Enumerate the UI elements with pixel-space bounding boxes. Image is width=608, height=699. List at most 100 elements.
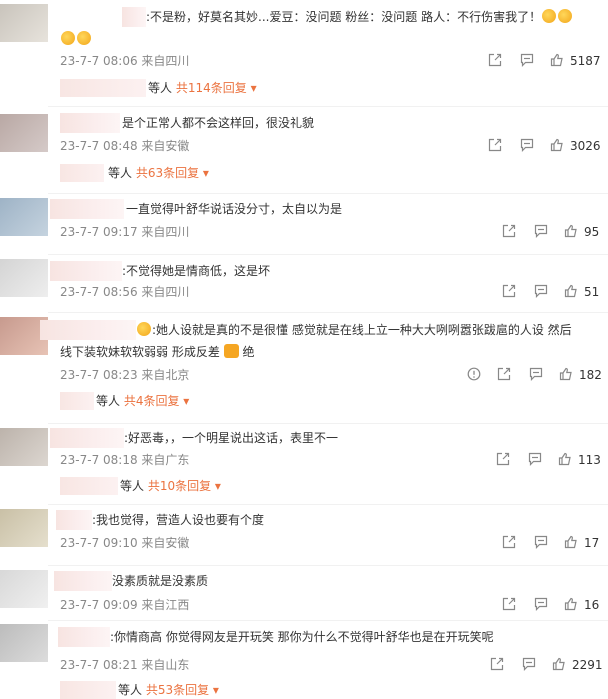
view-replies-link[interactable]: 共114条回复 ▾ <box>176 81 257 95</box>
reply-summary[interactable]: 等人 共53条回复 ▾ <box>60 681 260 699</box>
comment-icon[interactable] <box>520 53 534 67</box>
avatar[interactable] <box>0 509 48 547</box>
comment-item: 没素质就是没素质 23-7-7 09:09 来自江西 16 <box>0 566 608 620</box>
like-count: 17 <box>584 536 600 550</box>
username[interactable] <box>40 320 136 340</box>
username[interactable] <box>54 571 112 591</box>
comment-item: 是个正常人都不会这样回，很没礼貌 23-7-7 08:48 来自安徽 3026 … <box>0 107 608 193</box>
share-icon[interactable] <box>496 452 510 466</box>
comment-text: :你情商高 你觉得网友是开玩笑 那你为什么不觉得叶舒华也是在开玩笑呢 <box>110 630 494 644</box>
username[interactable] <box>50 261 122 281</box>
comment-text: :不觉得她是情商低，这是坏 <box>122 264 271 278</box>
username[interactable] <box>56 510 92 530</box>
replier-names[interactable] <box>60 681 116 699</box>
like-icon[interactable] <box>552 657 566 671</box>
like-count: 2291 <box>572 658 603 672</box>
comment-icon[interactable] <box>534 535 548 549</box>
comment-text: :不是粉，好莫名其妙...爱豆：没问题 粉丝：没问题 路人：不行伤害我了！ <box>146 7 573 27</box>
action-bar: 5187 <box>488 53 603 69</box>
share-icon[interactable] <box>502 224 516 238</box>
comment-icon[interactable] <box>529 367 543 381</box>
comment-meta: 23-7-7 09:17 来自四川 <box>60 225 190 239</box>
avatar[interactable] <box>0 570 48 608</box>
like-icon[interactable] <box>550 138 564 152</box>
comment-text: :我也觉得，营造人设也要有个度 <box>92 513 265 527</box>
like-icon[interactable] <box>558 452 572 466</box>
comment-icon[interactable] <box>534 224 548 238</box>
username[interactable] <box>50 199 124 219</box>
comment-text-cont <box>60 29 92 49</box>
comment-text: 是个正常人都不会这样回，很没礼貌 <box>122 116 315 130</box>
like-icon[interactable] <box>559 367 573 381</box>
comment-meta: 23-7-7 08:21 来自山东 <box>60 658 190 672</box>
laugh-emoji-icon <box>77 31 91 45</box>
view-replies-link[interactable]: 共4条回复 ▾ <box>124 394 189 408</box>
report-icon[interactable] <box>467 367 481 381</box>
comment-icon[interactable] <box>520 138 534 152</box>
share-icon[interactable] <box>488 53 502 67</box>
username[interactable] <box>122 7 146 27</box>
like-icon[interactable] <box>564 597 578 611</box>
replier-names[interactable] <box>60 79 146 97</box>
comment-item: :你情商高 你觉得网友是开玩笑 那你为什么不觉得叶舒华也是在开玩笑呢 23-7-… <box>0 621 608 699</box>
action-bar: 16 <box>502 597 605 613</box>
like-icon[interactable] <box>564 535 578 549</box>
share-icon[interactable] <box>502 535 516 549</box>
like-icon[interactable] <box>550 53 564 67</box>
laugh-emoji-icon <box>542 9 557 23</box>
like-count: 182 <box>579 368 602 382</box>
like-count: 113 <box>578 453 601 467</box>
comment-item: :好恶毒，，一个明星说出这话，表里不一 23-7-7 08:18 来自广东 11… <box>0 424 608 504</box>
share-icon[interactable] <box>490 657 504 671</box>
comment-text: :好恶毒，，一个明星说出这话，表里不一 <box>124 431 339 445</box>
reply-summary[interactable]: 等人 共10条回复 ▾ <box>60 477 260 495</box>
comment-meta: 23-7-7 08:18 来自广东 <box>60 453 190 467</box>
comment-text: 一直觉得叶舒华说话没分寸，太自以为是 <box>126 202 343 216</box>
username[interactable] <box>60 113 120 133</box>
comment-item: 一直觉得叶舒华说话没分寸，太自以为是 23-7-7 09:17 来自四川 95 <box>0 194 608 254</box>
view-replies-link[interactable]: 共63条回复 ▾ <box>136 166 209 180</box>
share-icon[interactable] <box>502 284 516 298</box>
like-count: 16 <box>584 598 600 612</box>
like-count: 95 <box>584 225 600 239</box>
comment-text: 没素质就是没素质 <box>112 574 209 588</box>
comment-icon[interactable] <box>534 284 548 298</box>
comment-icon[interactable] <box>534 597 548 611</box>
share-icon[interactable] <box>497 367 511 381</box>
reply-summary[interactable]: 等人 共114条回复 ▾ <box>60 79 280 97</box>
comment-icon[interactable] <box>528 452 542 466</box>
like-count: 51 <box>584 285 600 299</box>
like-icon[interactable] <box>564 284 578 298</box>
share-icon[interactable] <box>488 138 502 152</box>
avatar[interactable] <box>0 4 48 42</box>
username[interactable] <box>58 627 110 647</box>
avatar[interactable] <box>0 198 48 236</box>
action-bar: 113 <box>496 452 606 468</box>
comment-meta: 23-7-7 08:23 来自北京 <box>60 368 190 382</box>
avatar[interactable] <box>0 259 48 297</box>
comment-item: :她人设就是真的不是很懂 感觉就是在线上立一种大大咧咧嚣张跋扈的人设 然后 线下… <box>0 313 608 423</box>
view-replies-link[interactable]: 共53条回复 ▾ <box>146 683 219 697</box>
replier-names[interactable] <box>60 392 94 410</box>
action-bar: 2291 <box>490 657 605 673</box>
view-replies-link[interactable]: 共10条回复 ▾ <box>148 479 221 493</box>
action-bar: 17 <box>502 535 605 551</box>
comment-meta: 23-7-7 09:09 来自江西 <box>60 598 190 612</box>
username[interactable] <box>50 428 124 448</box>
replier-names[interactable] <box>60 164 104 182</box>
reply-summary[interactable]: 等人 共63条回复 ▾ <box>60 164 260 182</box>
reply-summary[interactable]: 等人 共4条回复 ▾ <box>60 392 260 410</box>
comment-item: :我也觉得，营造人设也要有个度 23-7-7 09:10 来自安徽 17 <box>0 505 608 565</box>
comment-meta: 23-7-7 08:56 来自四川 <box>60 285 190 299</box>
replier-names[interactable] <box>60 477 118 495</box>
comment-item: :不觉得她是情商低，这是坏 23-7-7 08:56 来自四川 51 <box>0 255 608 312</box>
avatar[interactable] <box>0 624 48 662</box>
avatar[interactable] <box>0 428 48 466</box>
action-bar: 51 <box>502 284 605 300</box>
avatar[interactable] <box>0 114 48 152</box>
comment-icon[interactable] <box>522 657 536 671</box>
like-icon[interactable] <box>564 224 578 238</box>
like-count: 3026 <box>570 139 601 153</box>
comment-text: :她人设就是真的不是很懂 感觉就是在线上立一种大大咧咧嚣张跋扈的人设 然后 <box>136 320 572 340</box>
share-icon[interactable] <box>502 597 516 611</box>
